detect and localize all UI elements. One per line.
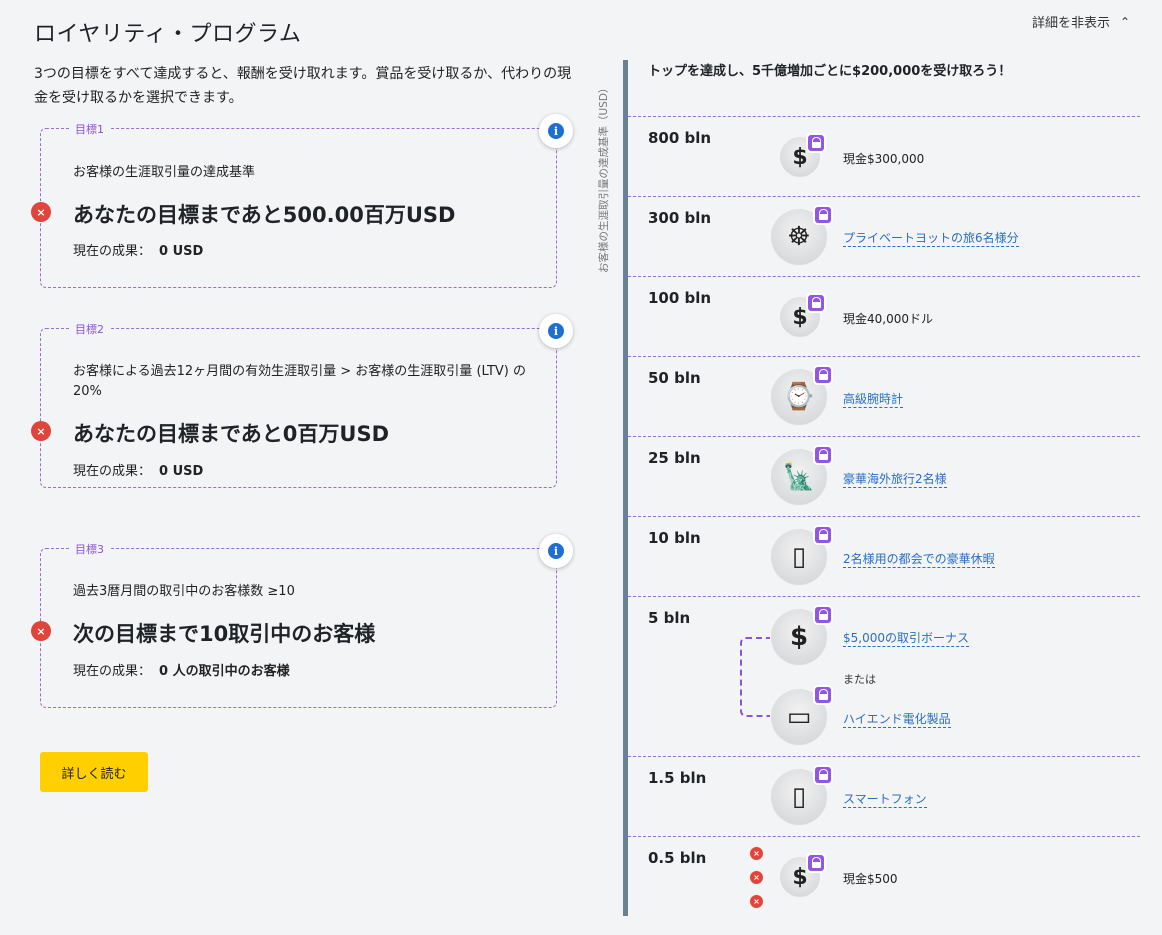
lock-icon: [813, 765, 833, 785]
or-text: または: [843, 673, 876, 686]
goal-criteria: お客様による過去12ヶ月間の有効生涯取引量 > お客様の生涯取引量 (LTV) …: [73, 364, 527, 399]
landmarks-icon: 🗽: [771, 445, 833, 505]
tier-row: 0.5 bln × × × $ 現金$500: [628, 836, 1140, 916]
chevron-up-icon: ⌃: [1120, 14, 1131, 29]
fail-icon: ×: [31, 202, 51, 222]
tier-row: 25 bln 🗽 豪華海外旅行2名様: [628, 436, 1140, 516]
info-button[interactable]: i: [539, 534, 573, 568]
goal-label: 目標2: [69, 321, 110, 337]
tier-value: 100 bln: [648, 289, 712, 307]
info-button[interactable]: i: [539, 314, 573, 348]
or-bracket: [740, 637, 770, 717]
current-label: 現在の成果：: [73, 244, 152, 259]
lock-icon: [806, 293, 826, 313]
prize-link[interactable]: スマートフォン: [843, 790, 927, 808]
intro-text: 3つの目標をすべて達成すると、報酬を受け取れます。賞品を受け取るか、代わりの現金…: [34, 66, 572, 106]
prize-link[interactable]: 2名様用の都会での豪華休暇: [843, 550, 995, 568]
prize-text: 現金$500: [843, 872, 898, 886]
current-label: 現在の成果：: [73, 464, 152, 479]
info-icon: i: [548, 123, 564, 139]
tier-value: 50 bln: [648, 369, 701, 387]
current-value: 0 USD: [159, 464, 204, 479]
tier-row: 10 bln ▯ 2名様用の都会での豪華休暇: [628, 516, 1140, 596]
goal-current: 現在の成果： 0 人の取引中のお客様: [73, 660, 290, 679]
tier-value: 5 bln: [648, 609, 691, 627]
tier-value: 1.5 bln: [648, 769, 707, 787]
fail-icon: ×: [750, 847, 763, 860]
trading-bonus-icon: $: [771, 605, 833, 665]
prize-link[interactable]: 豪華海外旅行2名様: [843, 470, 947, 488]
tier-value: 25 bln: [648, 449, 701, 467]
axis-label: お客様の生涯取引量の達成基準（USD）: [598, 82, 610, 273]
dollar-icon: $: [780, 133, 826, 177]
prize-link[interactable]: プライベートヨットの旅6名様分: [843, 229, 1019, 247]
goal-label: 目標1: [69, 121, 110, 137]
prize-link[interactable]: $5,000の取引ボーナス: [843, 629, 969, 647]
lock-icon: [813, 365, 833, 385]
hide-details-toggle[interactable]: 詳細を非表示 ⌃: [1032, 12, 1131, 32]
goal-label: 目標3: [69, 541, 110, 557]
goal-card-2: 目標2 i お客様による過去12ヶ月間の有効生涯取引量 > お客様の生涯取引量 …: [31, 314, 573, 488]
lock-icon: [813, 205, 833, 225]
watch-icon: ⌚: [771, 365, 833, 425]
goal-criteria: お客様の生涯取引量の達成基準: [73, 165, 256, 180]
fail-icon: ×: [31, 421, 51, 441]
dollar-icon: $: [780, 853, 826, 897]
goal-card-1: 目標1 i お客様の生涯取引量の達成基準 × あなたの目標まであと500.00百…: [31, 114, 573, 288]
tier-row: 1.5 bln ▯ スマートフォン: [628, 756, 1140, 836]
tier-row: 100 bln $ 現金40,000ドル: [628, 276, 1140, 356]
top-tier-header: トップを達成し、5千億増加ごとに$200,000を受け取ろう！: [648, 64, 1012, 79]
prize-link[interactable]: ハイエンド電化製品: [843, 710, 951, 728]
prize-text: 現金40,000ドル: [843, 312, 933, 326]
dollar-icon: $: [780, 293, 826, 337]
goal-remaining: あなたの目標まであと500.00百万USD: [73, 203, 456, 227]
ship-wheel-icon: ☸: [771, 205, 833, 265]
tier-value: 300 bln: [648, 209, 712, 227]
tier-value: 0.5 bln: [648, 849, 707, 867]
tier-row: 50 bln ⌚ 高級腕時計: [628, 356, 1140, 436]
lock-icon: [813, 445, 833, 465]
lock-icon: [806, 133, 826, 153]
tier-row: 800 bln $ 現金$300,000: [628, 116, 1140, 196]
current-value: 0 人の取引中のお客様: [159, 664, 290, 679]
tier-value: 10 bln: [648, 529, 701, 547]
info-icon: i: [548, 323, 564, 339]
info-button[interactable]: i: [539, 114, 573, 148]
fail-icon: ×: [750, 895, 763, 908]
current-label: 現在の成果：: [73, 664, 152, 679]
lock-icon: [813, 605, 833, 625]
tier-value: 800 bln: [648, 129, 712, 147]
read-more-button[interactable]: 詳しく読む: [40, 752, 148, 792]
goal-remaining: あなたの目標まであと0百万USD: [73, 422, 390, 446]
goal-card-3: 目標3 i 過去3暦月間の取引中のお客様数 ≥10 × 次の目標まで10取引中の…: [31, 534, 573, 708]
electronics-icon: ▭: [771, 685, 833, 745]
lock-icon: [813, 525, 833, 545]
prize-text: 現金$300,000: [843, 152, 925, 166]
suitcase-icon: ▯: [771, 525, 833, 585]
goal-remaining: 次の目標まで10取引中のお客様: [73, 622, 376, 646]
current-value: 0 USD: [159, 244, 204, 259]
tier-row: 300 bln ☸ プライベートヨットの旅6名様分: [628, 196, 1140, 276]
goal-criteria: 過去3暦月間の取引中のお客様数 ≥10: [73, 584, 295, 599]
goal-current: 現在の成果： 0 USD: [73, 460, 203, 479]
fail-icon: ×: [750, 871, 763, 884]
lock-icon: [806, 853, 826, 873]
fail-icon: ×: [31, 621, 51, 641]
page-title: ロイヤリティ・プログラム: [34, 22, 302, 47]
lock-icon: [813, 685, 833, 705]
smartphone-icon: ▯: [771, 765, 833, 825]
goal-current: 現在の成果： 0 USD: [73, 240, 203, 259]
hide-details-label: 詳細を非表示: [1032, 16, 1111, 31]
info-icon: i: [548, 543, 564, 559]
prize-link[interactable]: 高級腕時計: [843, 390, 904, 408]
tier-row: 5 bln $ $5,000の取引ボーナス または ▭ ハイエンド電化製品: [628, 596, 1140, 756]
